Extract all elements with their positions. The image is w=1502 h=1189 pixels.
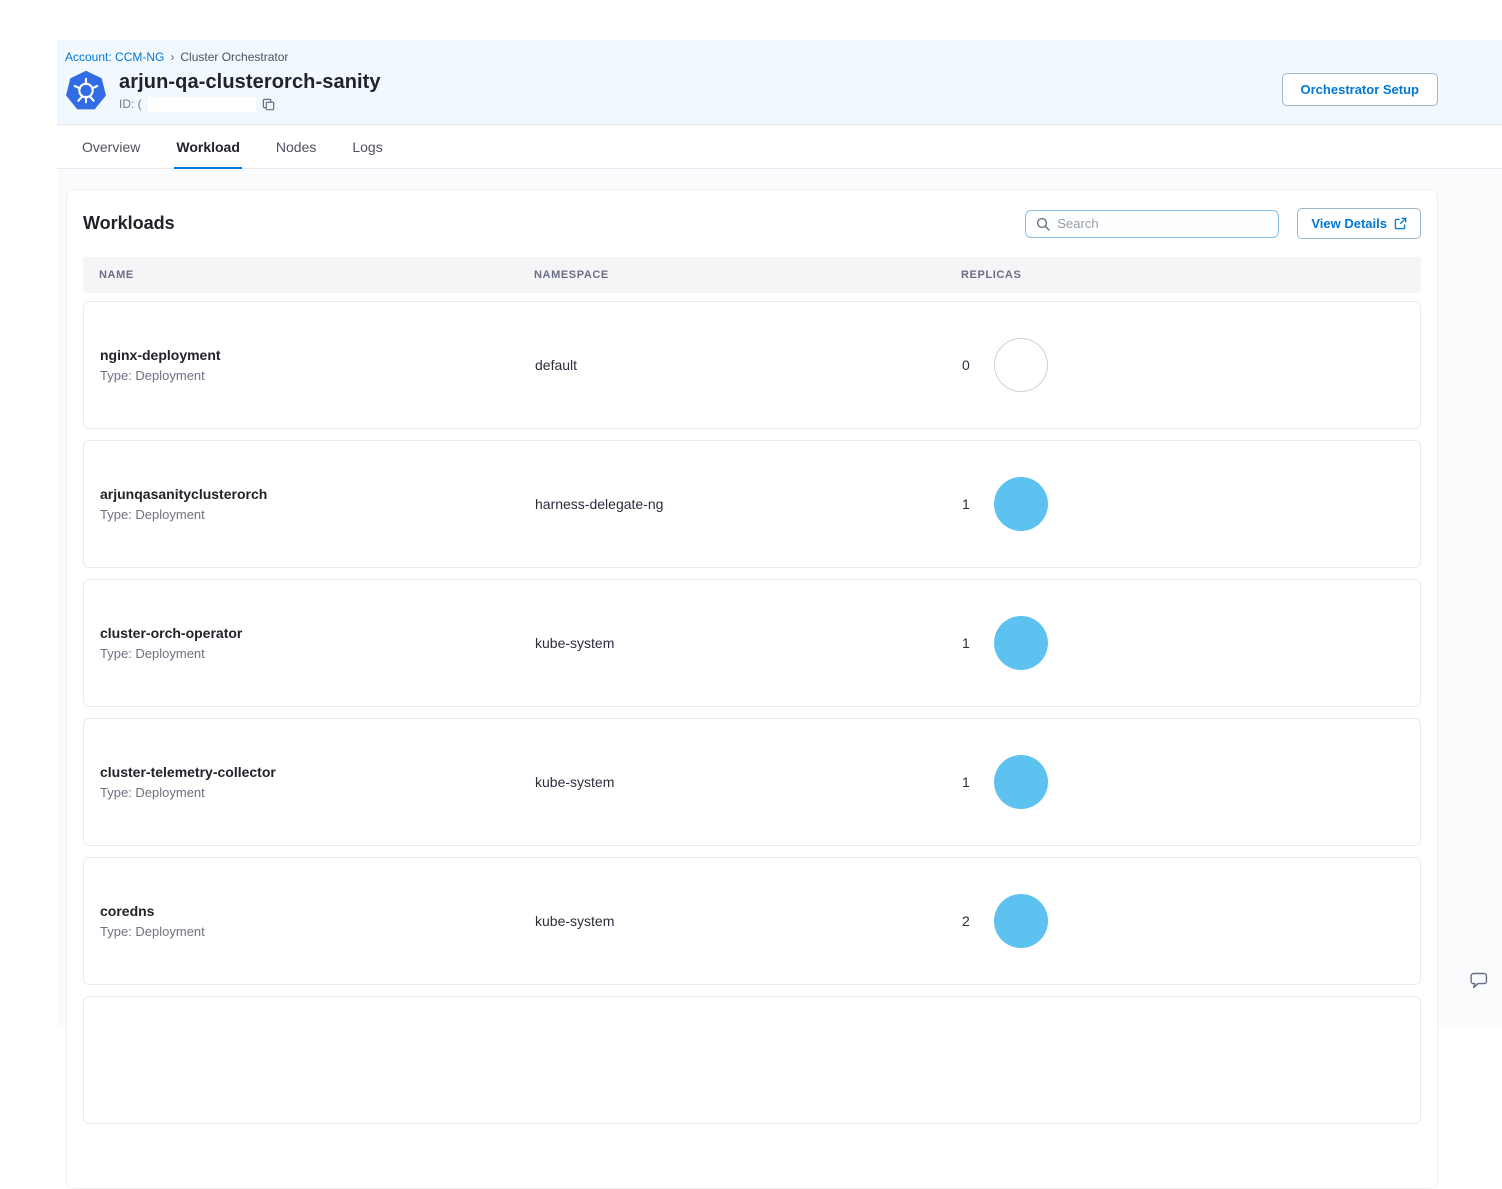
- kubernetes-icon: [65, 70, 107, 112]
- orchestrator-setup-button[interactable]: Orchestrator Setup: [1282, 73, 1438, 106]
- column-header-name: NAME: [99, 269, 534, 281]
- tab-logs[interactable]: Logs: [350, 125, 384, 169]
- workload-replicas-cell: 1: [962, 477, 1420, 531]
- replica-count: 2: [962, 913, 970, 929]
- workload-name-cell: cluster-orch-operator Type: Deployment: [100, 625, 535, 661]
- replica-count: 1: [962, 635, 970, 651]
- workload-type: Type: Deployment: [100, 924, 535, 939]
- page-title: arjun-qa-clusterorch-sanity: [119, 71, 381, 94]
- workload-name-cell: coredns Type: Deployment: [100, 903, 535, 939]
- main-content: Workloads View Details: [57, 169, 1502, 1029]
- workload-type: Type: Deployment: [100, 646, 535, 661]
- workload-namespace: kube-system: [535, 774, 962, 790]
- workloads-card-header: Workloads View Details: [83, 208, 1421, 239]
- table-row[interactable]: nginx-deployment Type: Deployment defaul…: [83, 301, 1421, 429]
- title-row: arjun-qa-clusterorch-sanity ID: (: [65, 70, 1438, 112]
- workload-name: coredns: [100, 903, 535, 919]
- workload-name-cell: nginx-deployment Type: Deployment: [100, 347, 535, 383]
- column-header-replicas: REPLICAS: [961, 269, 1421, 281]
- workload-name: cluster-orch-operator: [100, 625, 535, 641]
- workload-namespace: kube-system: [535, 635, 962, 651]
- page-header: Account: CCM-NG › Cluster Orchestrator a…: [57, 40, 1502, 125]
- table-header: NAME NAMESPACE REPLICAS: [83, 257, 1421, 293]
- replica-circle: [994, 338, 1048, 392]
- view-details-button[interactable]: View Details: [1297, 208, 1421, 239]
- table-row[interactable]: coredns Type: Deployment kube-system 2: [83, 857, 1421, 985]
- search-icon: [1036, 217, 1050, 231]
- table-row[interactable]: cluster-orch-operator Type: Deployment k…: [83, 579, 1421, 707]
- chat-bubble-icon[interactable]: [1467, 970, 1489, 992]
- replica-circle: [994, 755, 1048, 809]
- search-box[interactable]: [1025, 210, 1279, 238]
- column-header-namespace: NAMESPACE: [534, 269, 961, 281]
- workload-namespace: harness-delegate-ng: [535, 496, 962, 512]
- workloads-title: Workloads: [83, 213, 175, 234]
- search-input[interactable]: [1057, 216, 1268, 231]
- replica-count: 1: [962, 774, 970, 790]
- view-details-label: View Details: [1311, 216, 1387, 231]
- tab-workload[interactable]: Workload: [174, 125, 242, 169]
- breadcrumb-current: Cluster Orchestrator: [180, 50, 288, 64]
- breadcrumb-account-link[interactable]: Account: CCM-NG: [65, 50, 164, 64]
- cluster-orchestrator-page: Account: CCM-NG › Cluster Orchestrator a…: [57, 40, 1502, 1036]
- external-link-icon: [1394, 217, 1407, 230]
- cluster-id-label: ID: (: [119, 97, 142, 111]
- workload-replicas-cell: 1: [962, 616, 1420, 670]
- workload-replicas-cell: 2: [962, 894, 1420, 948]
- cluster-id-redacted: [148, 97, 256, 112]
- workload-rows: nginx-deployment Type: Deployment defaul…: [83, 301, 1421, 1124]
- breadcrumb-separator-icon: ›: [170, 50, 174, 64]
- workload-name-cell: cluster-telemetry-collector Type: Deploy…: [100, 764, 535, 800]
- replica-count: 1: [962, 496, 970, 512]
- table-row[interactable]: arjunqasanityclusterorch Type: Deploymen…: [83, 440, 1421, 568]
- table-row[interactable]: cluster-telemetry-collector Type: Deploy…: [83, 718, 1421, 846]
- workload-replicas-cell: 0: [962, 338, 1420, 392]
- replica-circle: [994, 616, 1048, 670]
- workload-name: arjunqasanityclusterorch: [100, 486, 535, 502]
- workload-namespace: kube-system: [535, 913, 962, 929]
- copy-icon[interactable]: [262, 98, 275, 111]
- workload-type: Type: Deployment: [100, 507, 535, 522]
- workloads-header-actions: View Details: [1025, 208, 1421, 239]
- tab-bar: Overview Workload Nodes Logs: [57, 125, 1502, 169]
- cluster-id-row: ID: (: [119, 97, 381, 112]
- workload-type: Type: Deployment: [100, 368, 535, 383]
- workload-name: cluster-telemetry-collector: [100, 764, 535, 780]
- replica-circle: [994, 894, 1048, 948]
- workload-name-cell: arjunqasanityclusterorch Type: Deploymen…: [100, 486, 535, 522]
- workloads-card: Workloads View Details: [66, 189, 1438, 1189]
- workload-namespace: default: [535, 357, 962, 373]
- table-row-partial: [83, 996, 1421, 1124]
- replica-circle: [994, 477, 1048, 531]
- breadcrumb: Account: CCM-NG › Cluster Orchestrator: [65, 50, 1438, 64]
- title-block: arjun-qa-clusterorch-sanity ID: (: [119, 71, 381, 112]
- workload-replicas-cell: 1: [962, 755, 1420, 809]
- workload-name: nginx-deployment: [100, 347, 535, 363]
- workload-type: Type: Deployment: [100, 785, 535, 800]
- tab-overview[interactable]: Overview: [80, 125, 142, 169]
- replica-count: 0: [962, 357, 970, 373]
- tab-nodes[interactable]: Nodes: [274, 125, 318, 169]
